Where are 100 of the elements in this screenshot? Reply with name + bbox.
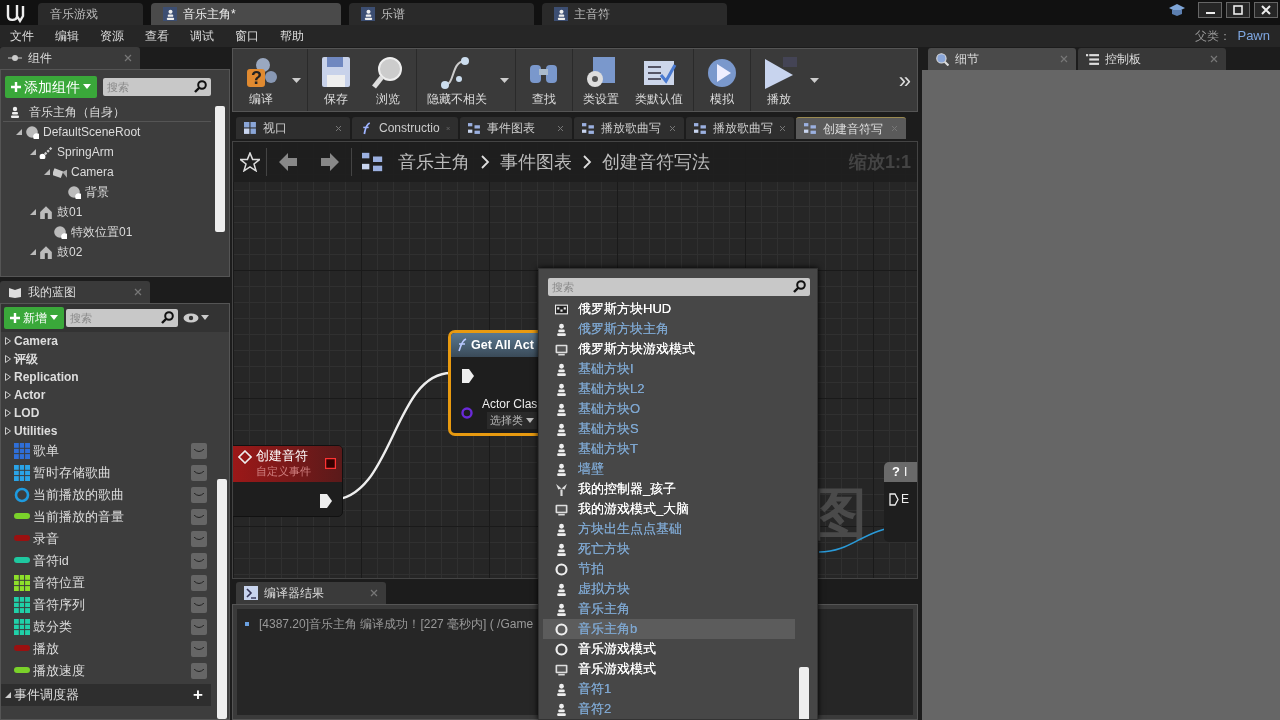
- category-header[interactable]: Camera: [14, 332, 59, 350]
- tree-item[interactable]: 鼓01: [57, 203, 83, 221]
- class-list-item[interactable]: 节拍: [543, 559, 795, 579]
- toolbar-button[interactable]: 模拟: [696, 49, 748, 111]
- menu-item[interactable]: 帮助: [274, 27, 310, 45]
- variable-item[interactable]: 当前播放的音量: [33, 507, 191, 527]
- panel-tab[interactable]: 细节: [928, 48, 1076, 70]
- search-field[interactable]: 搜索: [66, 309, 178, 327]
- overflow-button[interactable]: »: [894, 63, 915, 97]
- panel-tab[interactable]: 控制板: [1078, 48, 1226, 70]
- tree-item[interactable]: 音乐主角（自身）: [29, 102, 125, 121]
- toolbar-button[interactable]: 查找: [518, 49, 570, 111]
- variable-item[interactable]: 录音: [33, 529, 191, 549]
- scrollbar-thumb[interactable]: [215, 106, 225, 232]
- class-list-item[interactable]: 俄罗斯方块HUD: [543, 299, 795, 319]
- graph-tab[interactable]: 播放歌曲写: [574, 117, 684, 139]
- panel-tab[interactable]: 编译器结果: [236, 582, 386, 604]
- class-list-item[interactable]: 死亡方块: [543, 539, 795, 559]
- menu-item[interactable]: 调试: [184, 27, 220, 45]
- menu-item[interactable]: 查看: [139, 27, 175, 45]
- class-list-item[interactable]: 墙壁: [543, 459, 795, 479]
- class-list-item[interactable]: 基础方块L2: [543, 379, 795, 399]
- class-list-item[interactable]: 我的游戏模式_大脑: [543, 499, 795, 519]
- graph-tab[interactable]: 创建音符写: [796, 117, 906, 139]
- class-picker-menu[interactable]: 搜索 俄罗斯方块HUD 俄罗斯方块主角 俄罗斯方块游戏模式 基础方块I 基础方块L2 基础方块O 基础方块S 基础方块T 墙壁 我的控制器_孩子 我的游戏模式_大脑 方块出生点点基础 死亡方块 节拍 虚拟方块 音乐主角 音乐主角b 音乐游戏模式 音乐游戏模式 音符1 音符2: [538, 268, 818, 720]
- variable-item[interactable]: 当前播放的歌曲: [33, 485, 191, 505]
- tree-item[interactable]: DefaultSceneRoot: [43, 123, 141, 141]
- parent-class-value[interactable]: Pawn: [1237, 26, 1270, 46]
- variable-item[interactable]: 播放速度: [33, 661, 191, 681]
- class-list-item[interactable]: 音乐主角: [543, 599, 795, 619]
- visibility-button[interactable]: [183, 313, 209, 323]
- scrollbar-thumb[interactable]: [217, 479, 227, 719]
- menu-item[interactable]: 资源: [94, 27, 130, 45]
- graph-tab[interactable]: Constructio: [352, 117, 458, 139]
- visibility-toggle[interactable]: [191, 553, 207, 569]
- document-tab[interactable]: 音乐游戏: [38, 3, 143, 25]
- class-list-item[interactable]: 基础方块S: [543, 419, 795, 439]
- tree-item[interactable]: 背景: [85, 183, 109, 201]
- category-header[interactable]: 评级: [14, 350, 38, 368]
- class-list-item[interactable]: 虚拟方块: [543, 579, 795, 599]
- category-header[interactable]: LOD: [14, 404, 40, 422]
- variable-item[interactable]: 暂时存储歌曲: [33, 463, 191, 483]
- panel-tab[interactable]: 组件: [0, 47, 140, 69]
- class-list-item[interactable]: 基础方块T: [543, 439, 795, 459]
- toolbar-button[interactable]: 浏览: [362, 49, 414, 111]
- category-header[interactable]: Replication: [14, 368, 79, 386]
- minimize-button[interactable]: [1198, 2, 1222, 18]
- class-picker-button[interactable]: 选择类: [487, 412, 537, 429]
- event-node[interactable]: 创建音符 自定义事件: [233, 445, 343, 517]
- variable-item[interactable]: 音符id: [33, 551, 191, 571]
- graph-tab[interactable]: 视口: [236, 117, 350, 139]
- visibility-toggle[interactable]: [191, 663, 207, 679]
- section-header[interactable]: 事件调度器: [14, 685, 189, 705]
- add-button[interactable]: +: [189, 686, 207, 704]
- class-list-item[interactable]: 我的控制器_孩子: [543, 479, 795, 499]
- class-list-item[interactable]: 俄罗斯方块游戏模式: [543, 339, 795, 359]
- tree-item[interactable]: 特效位置01: [71, 223, 133, 241]
- category-header[interactable]: Actor: [14, 386, 46, 404]
- toolbar-button[interactable]: ? 编译: [235, 49, 287, 111]
- class-list-item[interactable]: 音乐游戏模式: [543, 659, 795, 679]
- breadcrumb-link[interactable]: 音乐主角: [398, 148, 470, 176]
- visibility-toggle[interactable]: [191, 487, 207, 503]
- breadcrumb-link[interactable]: 事件图表: [500, 148, 572, 176]
- visibility-toggle[interactable]: [191, 465, 207, 481]
- document-tab[interactable]: 乐谱: [349, 3, 534, 25]
- class-list-item[interactable]: 音符2: [543, 699, 795, 719]
- toolbar-button[interactable]: 类设置: [575, 49, 627, 111]
- scrollbar-thumb[interactable]: [799, 667, 809, 719]
- function-node[interactable]: ? I E: [884, 462, 917, 542]
- variable-item[interactable]: 播放: [33, 639, 191, 659]
- toolbar-button[interactable]: 保存: [310, 49, 362, 111]
- visibility-toggle[interactable]: [191, 641, 207, 657]
- variable-item[interactable]: 音符序列: [33, 595, 191, 615]
- toolbar-button[interactable]: 类默认值: [627, 49, 691, 111]
- class-list-item[interactable]: 基础方块O: [543, 399, 795, 419]
- panel-tab[interactable]: 我的蓝图: [0, 281, 150, 303]
- variable-item[interactable]: 鼓分类: [33, 617, 191, 637]
- search-field[interactable]: 搜索: [548, 278, 810, 296]
- class-list-item[interactable]: 方块出生点点基础: [543, 519, 795, 539]
- graph-tab[interactable]: 事件图表: [460, 117, 572, 139]
- class-list-item[interactable]: 音符1: [543, 679, 795, 699]
- toolbar-button[interactable]: 播放: [753, 49, 805, 111]
- tree-item[interactable]: Camera: [71, 163, 114, 181]
- maximize-button[interactable]: [1226, 2, 1250, 18]
- visibility-toggle[interactable]: [191, 509, 207, 525]
- visibility-toggle[interactable]: [191, 531, 207, 547]
- tree-item[interactable]: SpringArm: [57, 143, 114, 161]
- visibility-toggle[interactable]: [191, 619, 207, 635]
- class-list-item[interactable]: 俄罗斯方块主角: [543, 319, 795, 339]
- category-header[interactable]: Utilities: [14, 422, 58, 440]
- breadcrumb-link[interactable]: 创建音符写法: [602, 148, 710, 176]
- toolbar-button[interactable]: 隐藏不相关: [419, 49, 495, 111]
- menu-item[interactable]: 编辑: [49, 27, 85, 45]
- menu-item[interactable]: 窗口: [229, 27, 265, 45]
- document-tab[interactable]: 音乐主角*: [151, 3, 341, 25]
- close-button[interactable]: [1254, 2, 1278, 18]
- visibility-toggle[interactable]: [191, 597, 207, 613]
- visibility-toggle[interactable]: [191, 443, 207, 459]
- search-field[interactable]: 搜索: [103, 78, 211, 96]
- graph-tab[interactable]: 播放歌曲写: [686, 117, 794, 139]
